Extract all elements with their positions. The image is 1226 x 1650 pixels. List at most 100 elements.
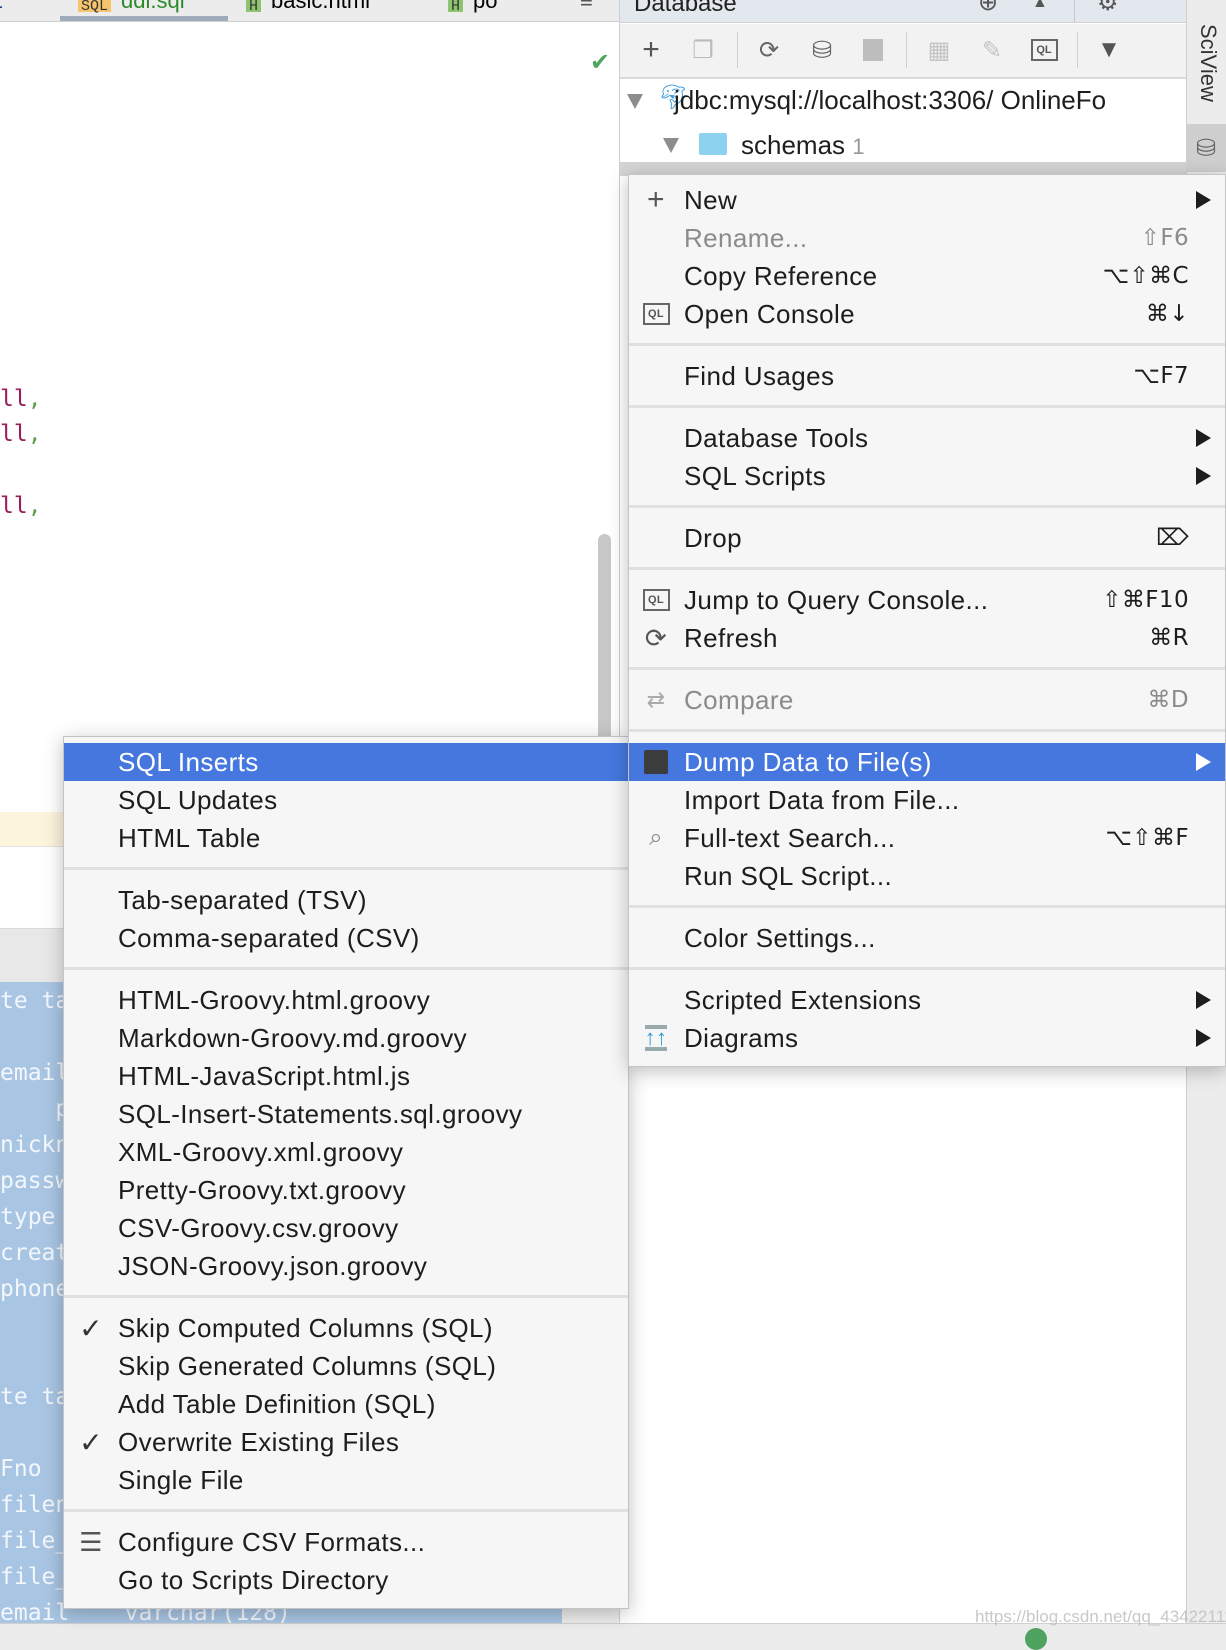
tree-item-schemas[interactable]: schemas 1 bbox=[741, 130, 865, 161]
menu-item-label: Skip Computed Columns (SQL) bbox=[118, 1312, 493, 1343]
filter-icon[interactable]: ▼ bbox=[1093, 34, 1125, 66]
menu-separator bbox=[629, 657, 1225, 681]
checkmark-icon: ✓ bbox=[79, 1312, 103, 1344]
menu-item-scripted-extensions[interactable]: Scripted Extensions bbox=[629, 981, 1225, 1019]
menu-item-open-console[interactable]: QL Open Console ⌘↓ bbox=[629, 295, 1225, 333]
menu-item-rename[interactable]: Rename... ⇧F6 bbox=[629, 219, 1225, 257]
menu-item-label: Single File bbox=[118, 1464, 244, 1495]
expand-arrow-icon[interactable] bbox=[627, 94, 643, 109]
menu-item-xml-groovy-xml-groovy[interactable]: XML-Groovy.xml.groovy bbox=[64, 1133, 628, 1171]
menu-item-go-to-scripts-directory[interactable]: Go to Scripts Directory bbox=[64, 1561, 628, 1599]
add-icon[interactable]: + bbox=[635, 33, 667, 66]
menu-item-sql-inserts[interactable]: SQL Inserts bbox=[64, 743, 628, 781]
menu-item-label: Go to Scripts Directory bbox=[118, 1564, 389, 1595]
menu-item-copy-reference[interactable]: Copy Reference ⌥⇧⌘C bbox=[629, 257, 1225, 295]
menu-item-overwrite-existing-files[interactable]: ✓ Overwrite Existing Files bbox=[64, 1423, 628, 1461]
code-line: file_ bbox=[0, 1564, 70, 1590]
menu-item-jump-to-query-console[interactable]: QL Jump to Query Console... ⇧⌘F10 bbox=[629, 581, 1225, 619]
menu-separator bbox=[629, 495, 1225, 519]
tab-previous[interactable]: tt bbox=[0, 0, 2, 18]
stop-icon[interactable] bbox=[857, 34, 889, 66]
menu-item-label: Markdown-Groovy.md.groovy bbox=[118, 1022, 468, 1053]
menu-item-database-tools[interactable]: Database Tools bbox=[629, 419, 1225, 457]
edit-icon[interactable]: ✎ bbox=[976, 34, 1008, 66]
compare-icon: ⇄ bbox=[646, 687, 666, 712]
menu-item-new[interactable]: + New bbox=[629, 181, 1225, 219]
shortcut-label: ⇧⌘F10 bbox=[1102, 587, 1189, 613]
duplicate-icon[interactable]: ❐ bbox=[687, 34, 719, 66]
inspection-ok-icon[interactable]: ✔ bbox=[590, 48, 610, 77]
tab-basic-html[interactable]: H basic.html bbox=[246, 0, 370, 18]
code-line: filen bbox=[0, 1492, 70, 1518]
database-tab[interactable]: ⛁ bbox=[1187, 124, 1226, 172]
menu-item-tab-separated-tsv[interactable]: Tab-separated (TSV) bbox=[64, 881, 628, 919]
menu-item-skip-generated-columns-sql[interactable]: Skip Generated Columns (SQL) bbox=[64, 1347, 628, 1385]
menu-item-add-table-definition-sql[interactable]: Add Table Definition (SQL) bbox=[64, 1385, 628, 1423]
refresh-icon[interactable]: ⟳ bbox=[753, 34, 785, 66]
menu-item-markdown-groovy-md-groovy[interactable]: Markdown-Groovy.md.groovy bbox=[64, 1019, 628, 1057]
menu-item-sql-updates[interactable]: SQL Updates bbox=[64, 781, 628, 819]
menu-item-html-table[interactable]: HTML Table bbox=[64, 819, 628, 857]
menu-item-label: Dump Data to File(s) bbox=[684, 746, 932, 777]
menu-item-drop[interactable]: Drop ⌦ bbox=[629, 519, 1225, 557]
menu-item-color-settings[interactable]: Color Settings... bbox=[629, 919, 1225, 957]
menu-item-label: SQL Inserts bbox=[118, 746, 259, 777]
code-line: passw bbox=[0, 1168, 70, 1194]
code-line: type bbox=[0, 1204, 56, 1230]
menu-item-label: Run SQL Script... bbox=[684, 860, 893, 891]
tree-item-connection[interactable]: jdbc:mysql://localhost:3306/ OnlineFo bbox=[674, 85, 1106, 116]
tab-overflow-button[interactable]: ≡ bbox=[580, 0, 593, 18]
code-line: te ta bbox=[0, 1384, 70, 1410]
menu-item-refresh[interactable]: ⟳ Refresh ⌘R bbox=[629, 619, 1225, 657]
query-console-icon: QL bbox=[641, 585, 671, 615]
menu-item-pretty-groovy-txt-groovy[interactable]: Pretty-Groovy.txt.groovy bbox=[64, 1171, 628, 1209]
query-console-icon: QL bbox=[641, 299, 671, 329]
globe-icon[interactable]: ⊕ bbox=[978, 0, 998, 17]
code-line: ll, bbox=[0, 493, 42, 519]
menu-item-csv-groovy-csv-groovy[interactable]: CSV-Groovy.csv.groovy bbox=[64, 1209, 628, 1247]
plus-icon: + bbox=[647, 183, 665, 216]
menu-item-html-javascript-html-js[interactable]: HTML-JavaScript.html.js bbox=[64, 1057, 628, 1095]
menu-item-json-groovy-json-groovy[interactable]: JSON-Groovy.json.groovy bbox=[64, 1247, 628, 1285]
db-tools-icon[interactable]: ⛁ bbox=[806, 34, 838, 66]
menu-item-diagrams[interactable]: ↑↑ Diagrams bbox=[629, 1019, 1225, 1057]
menu-item-find-usages[interactable]: Find Usages ⌥F7 bbox=[629, 357, 1225, 395]
menu-item-configure-csv-formats[interactable]: ☰ Configure CSV Formats... bbox=[64, 1523, 628, 1561]
context-menu: + New Rename... ⇧F6 Copy Reference ⌥⇧⌘C QL Open… bbox=[628, 174, 1226, 1067]
menu-item-sql-scripts[interactable]: SQL Scripts bbox=[629, 457, 1225, 495]
menu-item-run-sql-script[interactable]: Run SQL Script... bbox=[629, 857, 1225, 895]
table-icon[interactable]: ▦ bbox=[923, 34, 955, 66]
menu-item-sql-insert-statements-sql-groovy[interactable]: SQL-Insert-Statements.sql.groovy bbox=[64, 1095, 628, 1133]
database-icon: ⛁ bbox=[1196, 135, 1217, 162]
sciview-tab[interactable]: SciView bbox=[1195, 24, 1221, 102]
menu-item-compare[interactable]: ⇄ Compare ⌘D bbox=[629, 681, 1225, 719]
menu-separator bbox=[64, 1499, 628, 1523]
editor-scrollbar[interactable] bbox=[598, 534, 611, 760]
menu-item-label: Diagrams bbox=[684, 1022, 799, 1053]
menu-item-label: Open Console bbox=[684, 298, 856, 329]
code-line: te ta bbox=[0, 988, 70, 1014]
expand-arrow-icon[interactable] bbox=[663, 138, 679, 153]
menu-separator bbox=[629, 957, 1225, 981]
submenu-arrow-icon bbox=[1196, 1029, 1211, 1047]
menu-item-comma-separated-csv[interactable]: Comma-separated (CSV) bbox=[64, 919, 628, 957]
shortcut-label: ⌘R bbox=[1149, 625, 1189, 651]
current-line-highlight bbox=[0, 812, 63, 846]
menu-item-single-file[interactable]: Single File bbox=[64, 1461, 628, 1499]
query-console-icon[interactable]: QL bbox=[1028, 34, 1060, 66]
shortcut-label: ⌦ bbox=[1156, 525, 1189, 551]
code-line: creat bbox=[0, 1240, 70, 1266]
menu-item-dump-data-to-file-s[interactable]: Dump Data to File(s) bbox=[629, 743, 1225, 781]
divider bbox=[1074, 0, 1075, 22]
menu-item-full-text-search[interactable]: ⌕ Full-text Search... ⌥⇧⌘F bbox=[629, 819, 1225, 857]
tab-po[interactable]: H po bbox=[448, 0, 498, 18]
menu-item-skip-computed-columns-sql[interactable]: ✓ Skip Computed Columns (SQL) bbox=[64, 1309, 628, 1347]
panel-header bbox=[0, 929, 63, 982]
code-line: nickn bbox=[0, 1132, 70, 1158]
menu-item-import-data-from-file[interactable]: Import Data from File... bbox=[629, 781, 1225, 819]
menu-item-html-groovy-html-groovy[interactable]: HTML-Groovy.html.groovy bbox=[64, 981, 628, 1019]
gear-icon[interactable]: ⚙ bbox=[1097, 0, 1119, 17]
collapse-icon[interactable]: ▲ bbox=[1032, 0, 1048, 12]
menu-item-label: Rename... bbox=[684, 222, 808, 253]
status-indicator-icon bbox=[1025, 1628, 1047, 1650]
